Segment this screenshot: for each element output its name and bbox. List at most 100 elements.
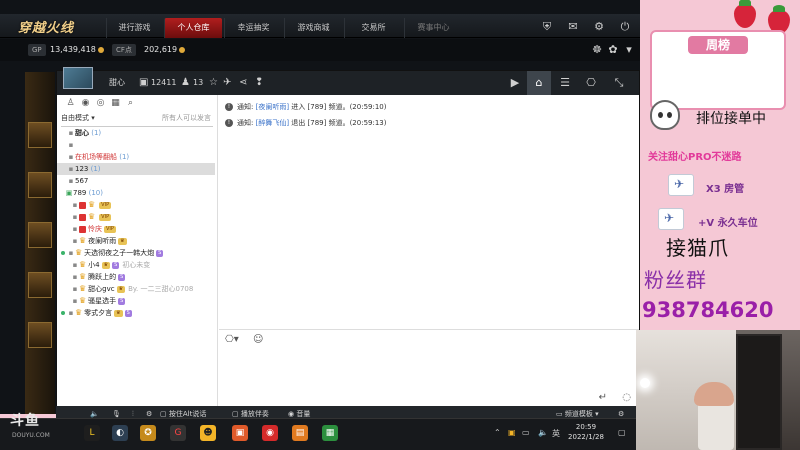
search-icon[interactable]: ⌕ xyxy=(123,98,138,108)
tab-game-store[interactable]: 游戏商城 xyxy=(284,18,342,38)
member-row[interactable]: ▪ ♛ 小4 ♛ S 初心未变 xyxy=(57,259,215,271)
video-icon[interactable]: ▶ xyxy=(503,71,527,95)
app-icon[interactable]: ◐ xyxy=(112,425,128,441)
collapse-icon[interactable]: ⤡ xyxy=(607,71,631,95)
member-row[interactable]: ▪ ♛ VIP xyxy=(57,199,215,211)
level-badge: S xyxy=(124,309,132,317)
level-badge: VIP xyxy=(104,225,116,233)
webcam-feed xyxy=(636,330,800,450)
coin-icon xyxy=(179,46,186,53)
channel-row[interactable]: ▪ xyxy=(57,139,215,151)
channel-row[interactable]: ▣789 (10) xyxy=(57,187,215,199)
overlay-status: 排位接单中 xyxy=(696,111,766,127)
power-icon[interactable]: ⏻ xyxy=(618,20,632,34)
send-icon[interactable]: ↵ xyxy=(599,392,607,403)
alert-icon[interactable]: ❢ xyxy=(255,75,263,91)
tab-personal-warehouse[interactable]: 个人仓库 xyxy=(164,18,222,38)
home-icon[interactable]: ⌂ xyxy=(527,71,551,95)
perk-parking: +V 永久车位 xyxy=(698,218,758,229)
plane-icon[interactable]: ✈ xyxy=(223,75,231,91)
crown-icon: ♛ xyxy=(79,296,87,305)
star-icon[interactable]: ☆ xyxy=(209,75,218,91)
inventory-item[interactable] xyxy=(28,222,52,248)
clock-time: 20:59 xyxy=(575,423,597,431)
clock[interactable]: 20:59 2022/1/28 xyxy=(566,422,606,442)
mic-icon[interactable]: ◉ xyxy=(78,98,93,108)
grid-icon[interactable]: ▦ xyxy=(108,98,123,108)
channel-mode[interactable]: 自由模式 ▾ 所有人可以发言 xyxy=(61,113,213,125)
emoji-icon[interactable]: ☺ xyxy=(253,334,263,345)
gamepad-icon[interactable]: ⎔▾ xyxy=(225,334,239,345)
room-id: 12411 xyxy=(151,78,177,87)
chat-header: 甜心 ▣ 12411 ♟ 13 ☆ ✈ ⋖ ❢ ▶ ⌂ ☰ ⎔ ⤡ xyxy=(57,67,639,95)
member-row[interactable]: ▪ ♛ 骚星选手 S xyxy=(57,295,215,307)
tray-app-icon[interactable]: ▣ xyxy=(508,428,516,437)
notice-message: ! 通知: [醉舞飞仙] 退出 [789] 频道。(20:59:13) xyxy=(225,117,386,129)
channel-row[interactable]: ▪ 在机场等翻船 (1) xyxy=(57,151,215,163)
network-icon[interactable]: ▭ xyxy=(522,428,530,437)
channel-sidebar: ♙ ◉ ◎ ▦ ⌕ 自由模式 ▾ 所有人可以发言 ▪ 甜心 (1) ▪ ▪ 在机场等翻船 (… xyxy=(57,95,218,409)
app-icon[interactable]: ▤ xyxy=(292,425,308,441)
settings-icon[interactable]: ⚙ xyxy=(592,20,606,34)
crown-icon: ♛ xyxy=(79,260,87,269)
friends-icon[interactable]: ☸ xyxy=(590,43,604,57)
mode-hint: 所有人可以发言 xyxy=(162,114,211,122)
ime-indicator[interactable]: 英 xyxy=(552,428,560,439)
app-icon[interactable]: ☻ xyxy=(200,425,216,441)
rank-title: 周榜 xyxy=(688,36,748,54)
member-row[interactable]: ▪ ♛ 夜阑听雨 ♛ xyxy=(57,235,215,247)
tab-play-game[interactable]: 进行游戏 xyxy=(106,18,162,38)
coin-icon xyxy=(97,46,104,53)
tab-exchange[interactable]: 交易所 xyxy=(344,18,402,38)
volume-icon[interactable]: 🔈 xyxy=(538,428,548,437)
plane-icon xyxy=(668,174,694,196)
channel-row[interactable]: ▪ 123 (1) xyxy=(57,163,215,175)
app-icon[interactable]: ◉ xyxy=(262,425,278,441)
inventory-item[interactable] xyxy=(28,322,52,348)
user-icon[interactable]: ♙ xyxy=(63,98,78,108)
app-icon[interactable]: ▣ xyxy=(232,425,248,441)
douyu-watermark: 斗鱼 xyxy=(10,413,40,429)
level-badge: VIP xyxy=(99,213,112,221)
gift-icon[interactable]: ✿ xyxy=(606,43,620,57)
mail-icon[interactable]: ✉ xyxy=(566,20,580,34)
member-row[interactable]: ▪ ♛ VIP xyxy=(57,211,215,223)
level-badge: S xyxy=(118,297,126,305)
room-avatar[interactable] xyxy=(63,67,93,89)
member-row[interactable]: ▪ ♛ 甜心gvc ♛ By. 一二三甜心0708 xyxy=(57,283,215,295)
list-icon[interactable]: ☰ xyxy=(553,71,577,95)
member-row[interactable]: ▪ ♛ 腾跃上的 S xyxy=(57,271,215,283)
inventory-item[interactable] xyxy=(28,122,52,148)
app-icon[interactable]: G xyxy=(170,425,186,441)
chat-messages: ! 通知: [夜阑听雨] 进入 [789] 频道。(20:59:10) ! 通知: … xyxy=(219,95,639,329)
app-icon[interactable]: ✪ xyxy=(140,425,156,441)
channel-row[interactable]: ▪ 甜心 (1) xyxy=(57,127,215,139)
member-row[interactable]: ▪ ♛ 零式夕言 ♛ S xyxy=(57,307,215,319)
game-inventory-strip xyxy=(25,72,55,414)
gamepad-icon[interactable]: ⎔ xyxy=(579,71,603,95)
tab-event-center[interactable]: 赛事中心 xyxy=(404,18,462,38)
cat-icon xyxy=(650,100,680,130)
channel-row[interactable]: ▪ 567 xyxy=(57,175,215,187)
app-icon[interactable]: ▦ xyxy=(322,425,338,441)
user-icon: ♟ xyxy=(181,77,190,88)
app-icon[interactable]: L xyxy=(84,425,100,441)
tray-arrow-icon[interactable]: ⌃ xyxy=(494,428,501,437)
notification-icon[interactable]: ▢ xyxy=(618,428,626,437)
inventory-item[interactable] xyxy=(28,272,52,298)
shield-icon[interactable]: ⛨ xyxy=(540,20,554,34)
crown-icon: ♛ xyxy=(88,212,96,221)
dropdown-icon[interactable]: ▾ xyxy=(622,43,636,57)
chat-input-area[interactable]: ⎔▾ ☺ ↵ ◌ xyxy=(219,329,639,409)
inventory-item[interactable] xyxy=(28,172,52,198)
share-icon[interactable]: ⋖ xyxy=(239,75,247,91)
tab-lucky-draw[interactable]: 幸运抽奖 xyxy=(224,18,282,38)
location-icon[interactable]: ◎ xyxy=(93,98,108,108)
member-row[interactable]: ▪ 怜庆 VIP xyxy=(57,223,215,235)
chat-bubble-icon[interactable]: ◌ xyxy=(622,392,631,403)
sidebar-toolbar: ♙ ◉ ◎ ▦ ⌕ xyxy=(63,98,138,110)
member-row[interactable]: ▪ ♛ 天选彻夜之子一韩大炮 S xyxy=(57,247,215,259)
mode-selector[interactable]: 自由模式 ▾ xyxy=(61,114,95,122)
rocket-icon xyxy=(658,208,684,230)
game-top-navigation: 穿越火线 进行游戏 个人仓库 幸运抽奖 游戏商城 交易所 赛事中心 ⛨ ✉ ⚙ … xyxy=(0,14,640,38)
